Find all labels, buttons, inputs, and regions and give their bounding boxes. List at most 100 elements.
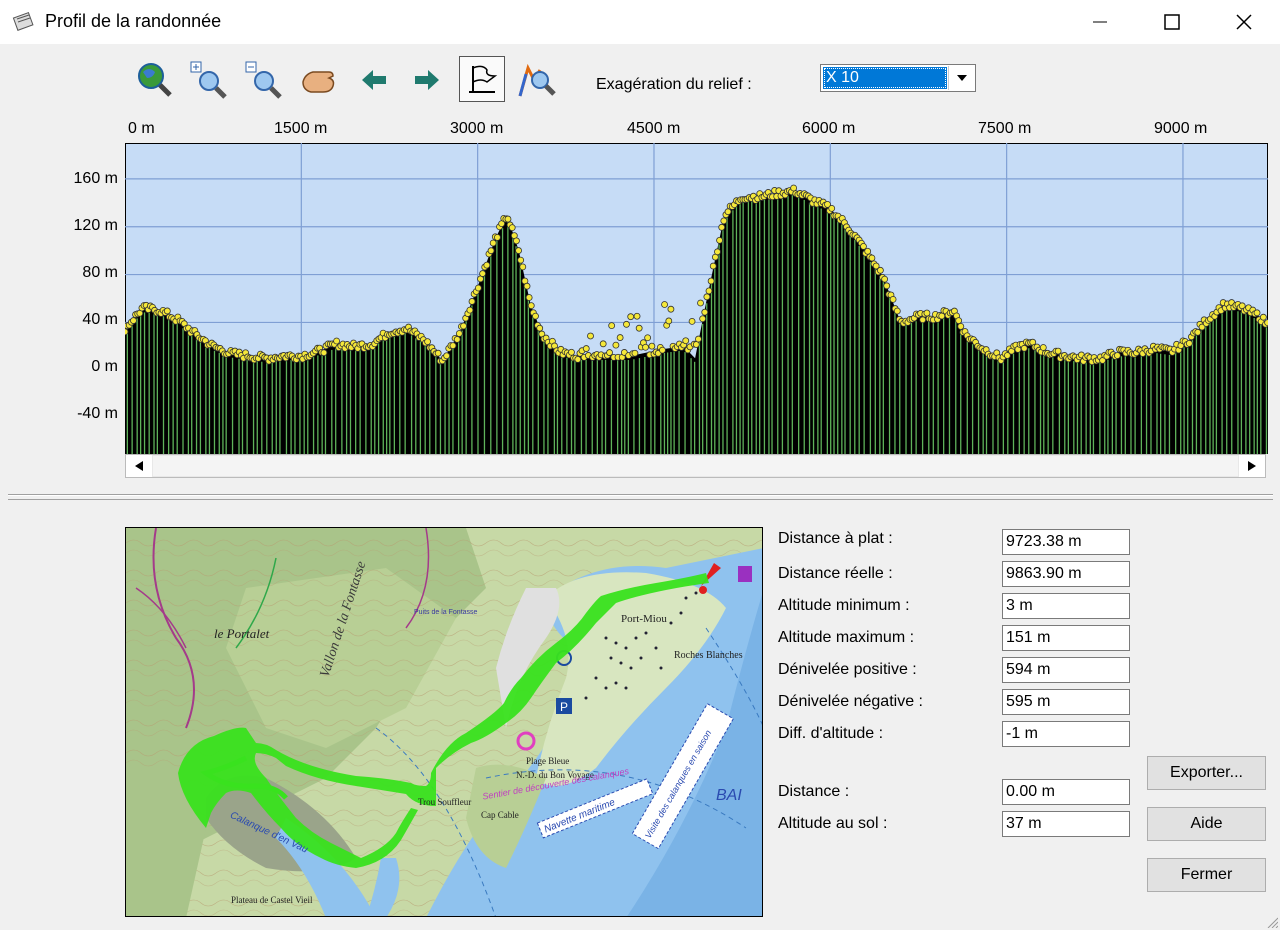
route-map[interactable]: P le Portalet Port-Miou Roches Blanches … (125, 527, 763, 917)
zoom-in-button[interactable] (187, 58, 231, 102)
track-point (616, 334, 624, 341)
track-point (868, 254, 876, 262)
track-point (860, 243, 867, 250)
exaggeration-select[interactable]: X 10 (820, 64, 976, 92)
min-altitude-field: 3 m (1002, 593, 1130, 619)
scroll-left-button[interactable] (126, 455, 152, 477)
y-tick-label: 160 m (73, 170, 118, 187)
track-point (474, 284, 482, 292)
track-point (333, 337, 340, 345)
triangle-right-icon (1248, 461, 1256, 471)
next-button[interactable] (405, 58, 449, 102)
positive-gain-field: 594 m (1002, 657, 1130, 683)
x-tick-label: 3000 m (450, 120, 504, 137)
track-point (631, 349, 639, 357)
track-point (1054, 347, 1062, 355)
track-point (644, 334, 652, 342)
track-point (1259, 313, 1267, 321)
track-point (718, 223, 726, 231)
hand-icon (302, 71, 335, 93)
altitude-diff-field: -1 m (1002, 721, 1130, 747)
y-tick-label: 120 m (73, 217, 118, 234)
track-point (876, 266, 884, 274)
map-label: Plateau de Castel Vieil (231, 895, 313, 905)
map-label: Plage Bleue (526, 756, 569, 766)
zoom-out-icon (245, 61, 282, 99)
elevation-profile-chart[interactable] (125, 143, 1268, 454)
track-point (709, 262, 717, 270)
scroll-thumb[interactable] (153, 456, 1238, 476)
zoom-fit-button[interactable] (132, 58, 176, 102)
help-button[interactable]: Aide (1147, 807, 1266, 841)
track-point (703, 293, 711, 301)
track-point (1039, 344, 1047, 351)
track-point (642, 343, 649, 351)
globe-magnifier-icon (138, 63, 172, 97)
notebook-icon (12, 11, 34, 31)
export-button[interactable]: Exporter... (1147, 756, 1266, 790)
x-tick-label: 1500 m (274, 120, 328, 137)
track-point (707, 277, 715, 285)
title-bar: Profil de la randonnée (0, 0, 1280, 44)
track-point (682, 337, 690, 345)
negative-gain-field: 595 m (1002, 689, 1130, 715)
track-point (724, 208, 732, 216)
resize-grip-icon[interactable] (1264, 914, 1278, 928)
track-point (919, 316, 927, 324)
track-point (705, 287, 713, 295)
real-distance-label: Distance réelle : (778, 565, 893, 582)
track-point (695, 335, 702, 343)
minimize-button[interactable] (1064, 0, 1136, 44)
track-point (661, 301, 668, 308)
track-point (460, 322, 467, 330)
map-label: Port-Miou (621, 613, 667, 625)
track-point (125, 328, 129, 336)
track-point (665, 317, 673, 325)
track-point (1113, 352, 1121, 359)
map-label: le Portalet (214, 626, 270, 641)
track-point (489, 239, 497, 247)
track-point (163, 307, 171, 315)
ground-altitude-field: 37 m (1002, 811, 1130, 837)
track-point (635, 324, 643, 332)
scroll-right-button[interactable] (1239, 455, 1265, 477)
track-point (587, 332, 594, 340)
track-point (608, 322, 616, 330)
track-point (455, 330, 463, 337)
track-point (519, 263, 527, 271)
track-point (828, 204, 836, 212)
flag-mode-button[interactable] (459, 56, 505, 102)
track-point (525, 294, 533, 301)
track-point (582, 345, 590, 352)
track-point (667, 305, 675, 313)
ground-altitude-label: Altitude au sol : (778, 815, 888, 832)
pan-button[interactable] (297, 58, 341, 102)
profile-search-button[interactable] (514, 58, 558, 102)
negative-gain-label: Dénivelée négative : (778, 693, 923, 710)
close-window-button[interactable] (1208, 0, 1280, 44)
track-point (487, 247, 495, 255)
track-point (627, 313, 635, 321)
y-tick-label: -40 m (77, 405, 118, 422)
previous-button[interactable] (352, 58, 396, 102)
panel-splitter[interactable] (8, 494, 1273, 496)
map-label: Trou Souffleur (418, 797, 471, 807)
track-point (893, 307, 901, 315)
track-point (955, 317, 963, 324)
svg-text:P: P (560, 700, 568, 714)
track-point (716, 236, 723, 244)
zoom-out-button[interactable] (242, 58, 286, 102)
flat-distance-label: Distance à plat : (778, 530, 893, 547)
track-point (957, 322, 965, 330)
chart-scrollbar[interactable] (125, 454, 1266, 478)
close-button[interactable]: Fermer (1147, 858, 1266, 892)
arrow-right-icon (415, 70, 439, 90)
track-point (466, 306, 474, 314)
map-label: Roches Blanches (674, 650, 743, 661)
maximize-button[interactable] (1136, 0, 1208, 44)
x-tick-label: 0 m (128, 120, 155, 137)
chevron-down-icon[interactable] (948, 66, 974, 90)
track-point (659, 346, 666, 354)
track-point (494, 233, 501, 241)
map-label: BAI (716, 787, 742, 804)
